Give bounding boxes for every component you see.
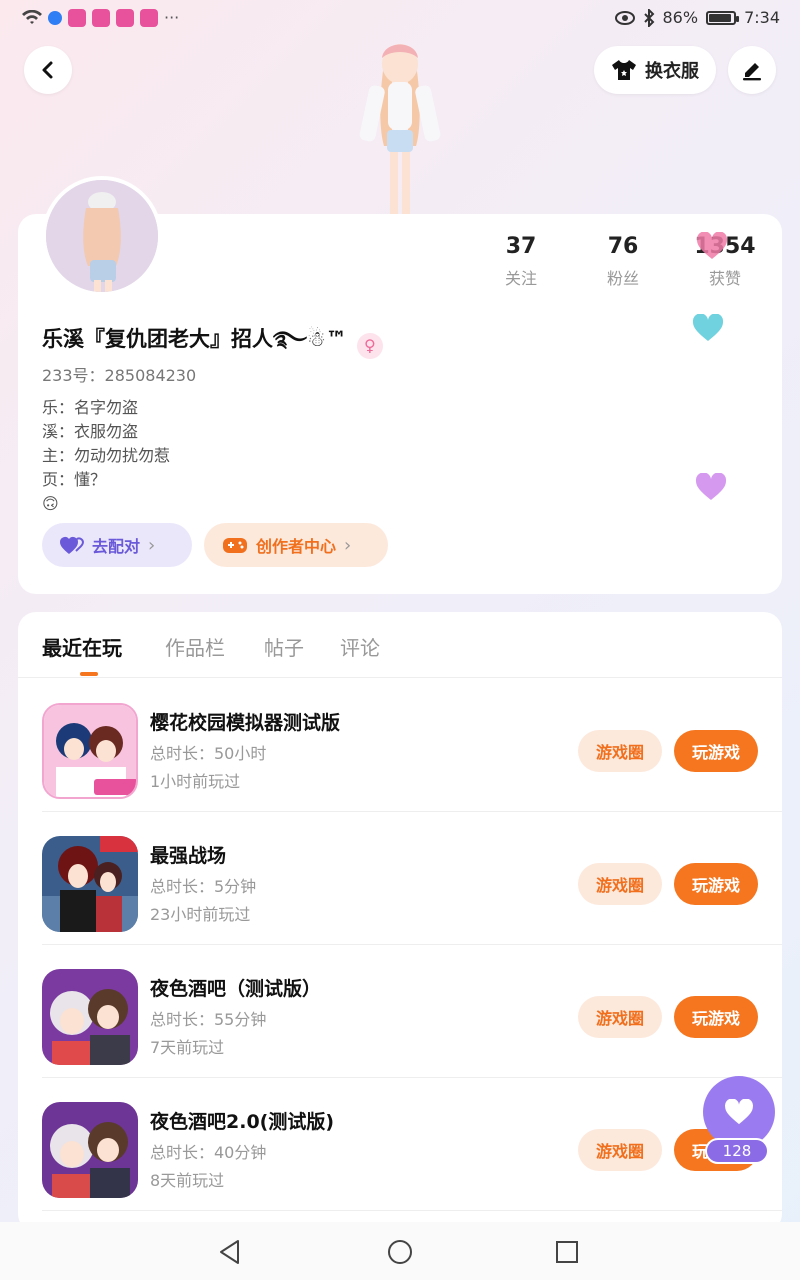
bio: 乐：名字勿盗 溪：衣服勿盗 主：勿动勿扰勿惹 页：懂？ 🙃 [42,396,170,516]
game-circle-button[interactable]: 游戏圈 [578,1129,662,1171]
match-label: 去配对 [92,537,141,556]
like-count-badge: 128 [705,1138,769,1164]
stat-followers[interactable]: 76 粉丝 [572,234,674,289]
stat-likes-label: 获赞 [708,269,741,288]
bio-line: 页：懂？ [42,470,107,489]
change-outfit-button[interactable]: 换衣服 [594,46,716,94]
system-navigation-bar [0,1222,800,1280]
back-button[interactable] [24,46,72,94]
reader-app-icon-2 [140,8,158,27]
creator-center-label: 创作者中心 [256,537,337,556]
bio-line: 乐：名字勿盗 [42,398,139,417]
game-icon[interactable] [42,836,138,932]
status-icons-right: 86% 7:34 [614,8,780,27]
game-title: 最强战场 [150,845,227,867]
games-card: 最近在玩 作品栏 帖子 评论 樱花校园模拟器测试版 总时长：50小时 1小时前玩… [18,612,782,1232]
bio-line: 溪：衣服勿盗 [42,422,139,441]
battery-percent: 86% [662,8,699,27]
app-notification-icon [48,10,62,25]
tab-posts[interactable]: 帖子 [264,632,304,661]
game-circle-button[interactable]: 游戏圈 [578,730,662,772]
heart-icon [725,1099,753,1125]
game-icon[interactable] [42,703,138,799]
wifi-icon [22,9,42,24]
active-tab-indicator [80,672,98,676]
game-circle-button[interactable]: 游戏圈 [578,996,662,1038]
chevron-right-icon: › [344,534,352,556]
gamepad-icon [223,538,247,553]
game-row[interactable]: 最强战场 总时长：5分钟 23小时前玩过 游戏圈 玩游戏 [42,813,782,945]
game-title: 夜色酒吧2.0(测试版) [150,1111,335,1133]
status-bar: ··· 86% 7:34 [0,0,800,36]
female-gender-icon: ♀ [356,332,383,359]
chevron-right-icon: › [148,534,156,556]
user-id: 233号：285084230 [42,366,197,385]
game-row[interactable]: 夜色酒吧（测试版） 总时长：55分钟 7天前玩过 游戏圈 玩游戏 [42,946,782,1078]
game-last-played: 1小时前玩过 [150,772,241,791]
stat-following-label: 关注 [504,269,537,288]
floating-teal-heart-icon [692,314,724,341]
creator-center-button[interactable]: 创作者中心 › [204,523,388,567]
reader-app-icon [92,8,110,27]
play-game-button[interactable]: 玩游戏 [674,996,758,1038]
back-arrow-icon [42,61,53,79]
play-game-button[interactable]: 玩游戏 [674,863,758,905]
game-duration: 总时长：40分钟 [150,1143,267,1162]
profile-stats: 37 关注 76 粉丝 1354 获赞 [470,234,776,289]
game-duration: 总时长：50小时 [150,744,267,763]
nav-back-icon[interactable] [216,1238,244,1266]
eye-icon [614,10,635,25]
edit-profile-button[interactable] [728,46,776,94]
game-icon[interactable] [42,969,138,1065]
game-row[interactable]: 夜色酒吧2.0(测试版) 总时长：40分钟 8天前玩过 游戏圈 玩游戏 [42,1079,782,1211]
tshirt-icon [612,60,636,80]
avatar[interactable] [42,176,162,296]
tab-works[interactable]: 作品栏 [165,632,225,661]
bio-line: 主：勿动勿扰勿惹 [42,446,171,465]
nav-recents-icon[interactable] [553,1238,581,1266]
play-game-button[interactable]: 玩游戏 [674,730,758,772]
tab-comments[interactable]: 评论 [340,632,380,661]
avatar-character-figure[interactable] [340,36,460,216]
clock: 7:34 [744,8,780,27]
stat-following-count: 37 [505,234,537,259]
battery-icon [706,10,740,25]
tab-recently-played[interactable]: 最近在玩 [42,632,122,661]
game-duration: 总时长：5分钟 [150,877,257,896]
game-last-played: 8天前玩过 [150,1171,225,1190]
bio-line: 🙃 [42,494,59,513]
floating-pink-heart-icon [696,232,728,259]
tab-bar: 最近在玩 作品栏 帖子 评论 [18,612,782,678]
floating-violet-heart-icon [695,473,727,500]
game-icon[interactable] [42,1102,138,1198]
game-row[interactable]: 樱花校园模拟器测试版 总时长：50小时 1小时前玩过 游戏圈 玩游戏 [42,680,782,812]
stat-followers-label: 粉丝 [606,269,639,288]
change-outfit-label: 换衣服 [645,61,699,82]
nav-home-icon[interactable] [386,1238,414,1266]
match-button[interactable]: 去配对 › [42,523,192,567]
game-title: 樱花校园模拟器测试版 [150,712,341,734]
double-heart-icon [60,537,84,554]
video-app-icon-2 [116,8,134,27]
video-app-icon [68,8,86,27]
game-title: 夜色酒吧（测试版） [150,978,322,1000]
game-duration: 总时长：55分钟 [150,1010,267,1029]
bluetooth-icon [643,8,654,27]
game-last-played: 23小时前玩过 [150,905,251,924]
game-circle-button[interactable]: 游戏圈 [578,863,662,905]
pen-icon [743,63,761,81]
more-notifications: ··· [164,8,180,27]
status-icons-left: ··· [22,8,179,27]
stat-followers-count: 76 [607,234,639,259]
stat-following[interactable]: 37 关注 [470,234,572,289]
game-last-played: 7天前玩过 [150,1038,225,1057]
